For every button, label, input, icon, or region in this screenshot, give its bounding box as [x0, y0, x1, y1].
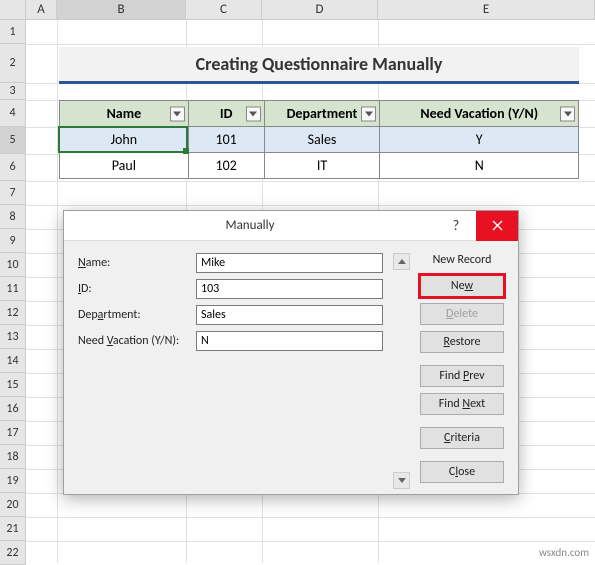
- record-scrollbar[interactable]: [393, 253, 410, 489]
- scroll-track[interactable]: [393, 270, 410, 472]
- select-all-corner[interactable]: [0, 0, 26, 19]
- dialog-titlebar[interactable]: Manually ?: [64, 211, 518, 241]
- data-form-dialog: Manually ? Name: ID: Department:: [63, 210, 519, 495]
- delete-button[interactable]: Delete: [420, 303, 504, 325]
- cell-name[interactable]: John: [60, 127, 189, 153]
- row-16[interactable]: 16: [0, 397, 26, 421]
- title-cell: Creating Questionnaire Manually: [59, 47, 579, 81]
- cell-id[interactable]: 101: [188, 127, 264, 153]
- col-header-dept-label: Department: [287, 105, 358, 122]
- row-11[interactable]: 11: [0, 277, 26, 301]
- col-E[interactable]: E: [378, 0, 595, 19]
- col-header-vac-label: Need Vacation (Y/N): [420, 105, 538, 122]
- name-label: Name:: [78, 256, 196, 270]
- cell-id[interactable]: 102: [188, 153, 264, 179]
- cell-dept[interactable]: Sales: [264, 127, 380, 153]
- find-next-button[interactable]: Find Next: [420, 393, 504, 415]
- table-row[interactable]: John 101 Sales Y: [60, 127, 579, 153]
- row-13[interactable]: 13: [0, 325, 26, 349]
- row-8[interactable]: 8: [0, 205, 26, 229]
- cell-vac[interactable]: N: [380, 153, 579, 179]
- dialog-body: Name: ID: Department: Need Vacation (Y/N…: [64, 241, 518, 501]
- row-22[interactable]: 22: [0, 541, 26, 565]
- row-18[interactable]: 18: [0, 445, 26, 469]
- col-A[interactable]: A: [26, 0, 57, 19]
- help-button[interactable]: ?: [436, 211, 476, 241]
- row-7[interactable]: 7: [0, 181, 26, 205]
- row-9[interactable]: 9: [0, 229, 26, 253]
- dept-field[interactable]: [196, 305, 383, 325]
- row-4[interactable]: 4: [0, 100, 26, 127]
- column-headers: A B C D E: [0, 0, 595, 20]
- close-button[interactable]: [476, 211, 518, 241]
- close-dialog-button[interactable]: Close: [420, 461, 504, 483]
- col-header-name-label: Name: [107, 105, 142, 122]
- new-button[interactable]: New: [420, 275, 504, 297]
- find-prev-button[interactable]: Find Prev: [420, 365, 504, 387]
- row-21[interactable]: 21: [0, 517, 26, 541]
- row-15[interactable]: 15: [0, 373, 26, 397]
- id-field[interactable]: [196, 279, 383, 299]
- filter-icon[interactable]: [246, 106, 261, 121]
- dialog-title: Manually: [64, 218, 436, 233]
- row-6[interactable]: 6: [0, 154, 26, 181]
- spreadsheet-area: A B C D E 1 2 3 4 5 6 7 8 9 10 11 12 13 …: [0, 0, 595, 563]
- row-10[interactable]: 10: [0, 253, 26, 277]
- row-14[interactable]: 14: [0, 349, 26, 373]
- id-label: ID:: [78, 282, 196, 296]
- col-header-id[interactable]: ID: [188, 101, 264, 127]
- page-title: Creating Questionnaire Manually: [196, 53, 443, 75]
- col-header-dept[interactable]: Department: [264, 101, 380, 127]
- row-5[interactable]: 5: [0, 127, 26, 154]
- row-3[interactable]: 3: [0, 83, 26, 100]
- watermark: wsxdn.com: [539, 546, 589, 559]
- row-17[interactable]: 17: [0, 421, 26, 445]
- cell-vac[interactable]: Y: [380, 127, 579, 153]
- filter-icon[interactable]: [170, 106, 185, 121]
- col-header-name[interactable]: Name: [60, 101, 189, 127]
- title-underline: [59, 81, 579, 84]
- row-headers: 1 2 3 4 5 6 7 8 9 10 11 12 13 14 15 16 1…: [0, 20, 26, 565]
- cell-name[interactable]: Paul: [60, 153, 189, 179]
- row-1[interactable]: 1: [0, 20, 26, 44]
- col-C[interactable]: C: [186, 0, 262, 19]
- col-header-vac[interactable]: Need Vacation (Y/N): [380, 101, 579, 127]
- restore-button[interactable]: Restore: [420, 331, 504, 353]
- record-status: New Record: [420, 253, 504, 267]
- table-row[interactable]: Paul 102 IT N: [60, 153, 579, 179]
- close-icon: [492, 220, 503, 231]
- scroll-down-icon[interactable]: [393, 472, 410, 489]
- col-B[interactable]: B: [57, 0, 186, 19]
- dialog-buttons: New Record New Delete Restore Find Prev …: [420, 253, 504, 489]
- filter-icon[interactable]: [361, 106, 376, 121]
- vac-field[interactable]: [196, 331, 383, 351]
- form-fields: Name: ID: Department: Need Vacation (Y/N…: [78, 253, 383, 489]
- vac-label: Need Vacation (Y/N):: [78, 334, 196, 348]
- criteria-button[interactable]: Criteria: [420, 427, 504, 449]
- row-19[interactable]: 19: [0, 469, 26, 493]
- col-D[interactable]: D: [262, 0, 378, 19]
- name-field[interactable]: [196, 253, 383, 273]
- row-12[interactable]: 12: [0, 301, 26, 325]
- scroll-up-icon[interactable]: [393, 253, 410, 270]
- cell-dept[interactable]: IT: [264, 153, 380, 179]
- row-20[interactable]: 20: [0, 493, 26, 517]
- filter-icon[interactable]: [560, 106, 575, 121]
- data-table: Name ID Department Need Vacation (Y/N): [59, 100, 579, 179]
- row-2[interactable]: 2: [0, 44, 26, 83]
- dept-label: Department:: [78, 308, 196, 322]
- col-header-id-label: ID: [220, 105, 233, 122]
